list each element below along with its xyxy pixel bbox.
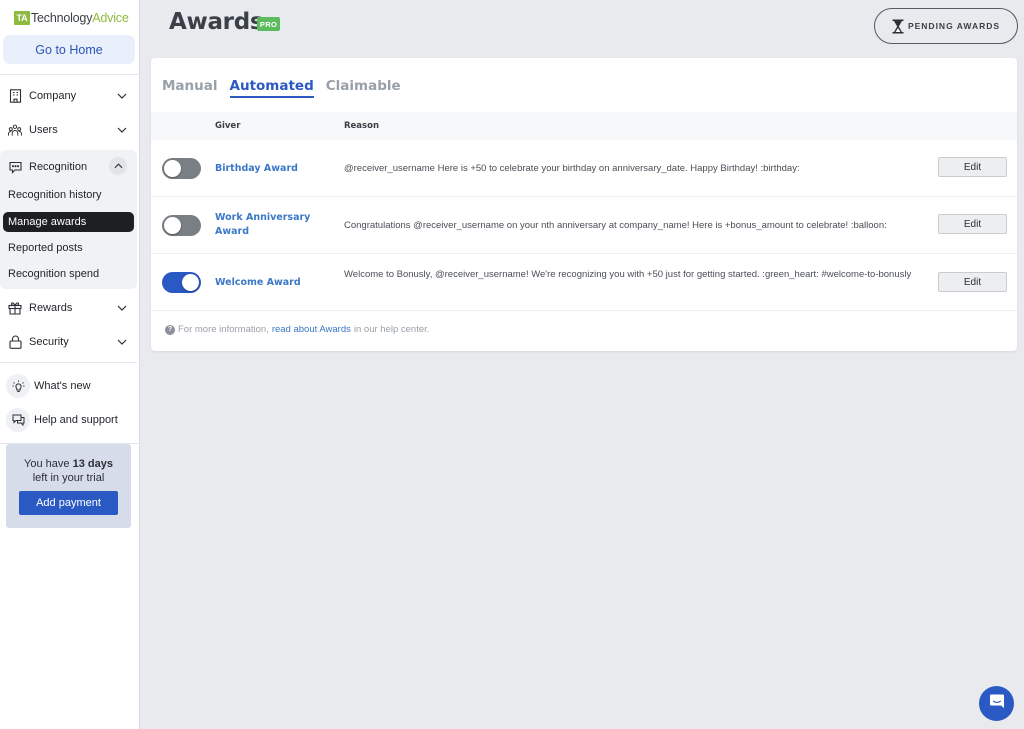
tab-claimable[interactable]: Claimable: [326, 78, 401, 98]
chat-launcher-button[interactable]: [979, 686, 1014, 721]
tab-automated[interactable]: Automated: [229, 78, 314, 98]
awards-card: Manual Automated Claimable Giver Reason …: [151, 58, 1017, 351]
toggle-knob: [182, 274, 199, 291]
edit-button[interactable]: Edit: [938, 214, 1007, 234]
table-row: Welcome Award Welcome to Bonusly, @recei…: [151, 254, 1017, 311]
award-name-link[interactable]: Birthday Award: [215, 162, 325, 176]
award-enabled-toggle[interactable]: [162, 158, 201, 179]
logo-text-accent: Advice: [92, 11, 129, 25]
chevron-down-icon: [116, 90, 128, 102]
sidebar-item-rewards[interactable]: Rewards: [0, 291, 140, 325]
support-chat-icon: [6, 408, 30, 432]
go-to-home-button[interactable]: Go to Home: [3, 35, 135, 64]
help-note-prefix: For more information,: [178, 324, 269, 335]
trial-prefix: You have: [24, 458, 73, 470]
award-tabs: Manual Automated Claimable: [162, 78, 413, 98]
award-reason: Congratulations @receiver_username on yo…: [344, 220, 887, 231]
page-title: Awards: [169, 9, 264, 35]
sidebar-item-label: Recognition: [29, 161, 88, 173]
column-header-reason: Reason: [344, 121, 379, 131]
recognition-group: Recognition Recognition history Manage a…: [0, 150, 137, 289]
logo-text: Technology: [31, 11, 93, 25]
sidebar-subitem-recognition-spend[interactable]: Recognition spend: [3, 264, 134, 284]
chat-icon: [989, 693, 1005, 714]
help-circle-icon: ?: [165, 324, 175, 335]
award-reason: @receiver_username Here is +50 to celebr…: [344, 163, 800, 174]
toggle-knob: [164, 160, 181, 177]
read-about-awards-link[interactable]: read about Awards: [272, 324, 351, 335]
help-note-suffix: in our help center.: [353, 324, 430, 335]
whats-new-link[interactable]: What's new: [6, 373, 91, 399]
sidebar-subitem-recognition-history[interactable]: Recognition history: [3, 185, 134, 205]
trial-days: 13 days: [72, 458, 113, 470]
divider: [0, 74, 140, 75]
sidebar-item-users[interactable]: Users: [0, 113, 140, 147]
chevron-down-icon: [116, 336, 128, 348]
chevron-up-icon[interactable]: [109, 157, 127, 175]
sidebar-item-label: Users: [29, 124, 58, 136]
edit-button[interactable]: Edit: [938, 272, 1007, 292]
sidebar-item-label: Security: [29, 336, 69, 348]
pro-badge: PRO: [257, 17, 280, 31]
lightbulb-icon: [6, 374, 30, 398]
pending-awards-button[interactable]: PENDING AWARDS: [874, 8, 1018, 44]
toggle-knob: [164, 217, 181, 234]
chevron-down-icon: [116, 302, 128, 314]
help-and-support-link[interactable]: Help and support: [6, 407, 118, 433]
gift-icon: [8, 301, 22, 315]
sidebar-subitem-reported-posts[interactable]: Reported posts: [3, 238, 134, 258]
util-label: Help and support: [34, 414, 118, 426]
table-row: Work Anniversary Award Congratulations @…: [151, 197, 1017, 254]
add-payment-button[interactable]: Add payment: [19, 491, 118, 515]
hourglass-icon: [892, 19, 904, 34]
award-enabled-toggle[interactable]: [162, 215, 201, 236]
trial-text: You have 13 days left in your trial: [6, 457, 131, 485]
divider: [0, 362, 137, 363]
users-icon: [8, 123, 22, 137]
award-name-link[interactable]: Work Anniversary Award: [215, 211, 315, 239]
column-header-giver: Giver: [215, 121, 241, 131]
logo[interactable]: TA Technology Advice: [14, 8, 129, 28]
util-label: What's new: [34, 380, 91, 392]
sidebar-item-label: Rewards: [29, 302, 73, 314]
pending-awards-label: PENDING AWARDS: [907, 21, 1001, 31]
trial-suffix: left in your trial: [32, 472, 105, 484]
table-header: Giver Reason: [151, 112, 1017, 140]
chat-bubble-icon: [8, 160, 22, 174]
trial-notice: You have 13 days left in your trial Add …: [6, 444, 131, 528]
award-name-link[interactable]: Welcome Award: [215, 276, 325, 290]
sidebar-item-recognition[interactable]: Recognition: [0, 150, 137, 184]
logo-mark: TA: [14, 11, 30, 25]
chevron-down-icon: [116, 124, 128, 136]
award-enabled-toggle[interactable]: [162, 272, 201, 293]
building-icon: [8, 89, 22, 103]
sidebar-item-label: Company: [29, 90, 77, 102]
award-reason: Welcome to Bonusly, @receiver_username! …: [344, 269, 912, 280]
edit-button[interactable]: Edit: [938, 157, 1007, 177]
sidebar-item-company[interactable]: Company: [0, 79, 140, 113]
sidebar-subitem-manage-awards[interactable]: Manage awards: [3, 212, 134, 232]
help-note: ? For more information, read about Award…: [165, 324, 429, 335]
sidebar-item-security[interactable]: Security: [0, 325, 140, 359]
sidebar: TA Technology Advice Go to Home Company U…: [0, 0, 140, 729]
tab-manual[interactable]: Manual: [162, 78, 218, 98]
table-row: Birthday Award @receiver_username Here i…: [151, 140, 1017, 197]
lock-icon: [8, 335, 22, 349]
